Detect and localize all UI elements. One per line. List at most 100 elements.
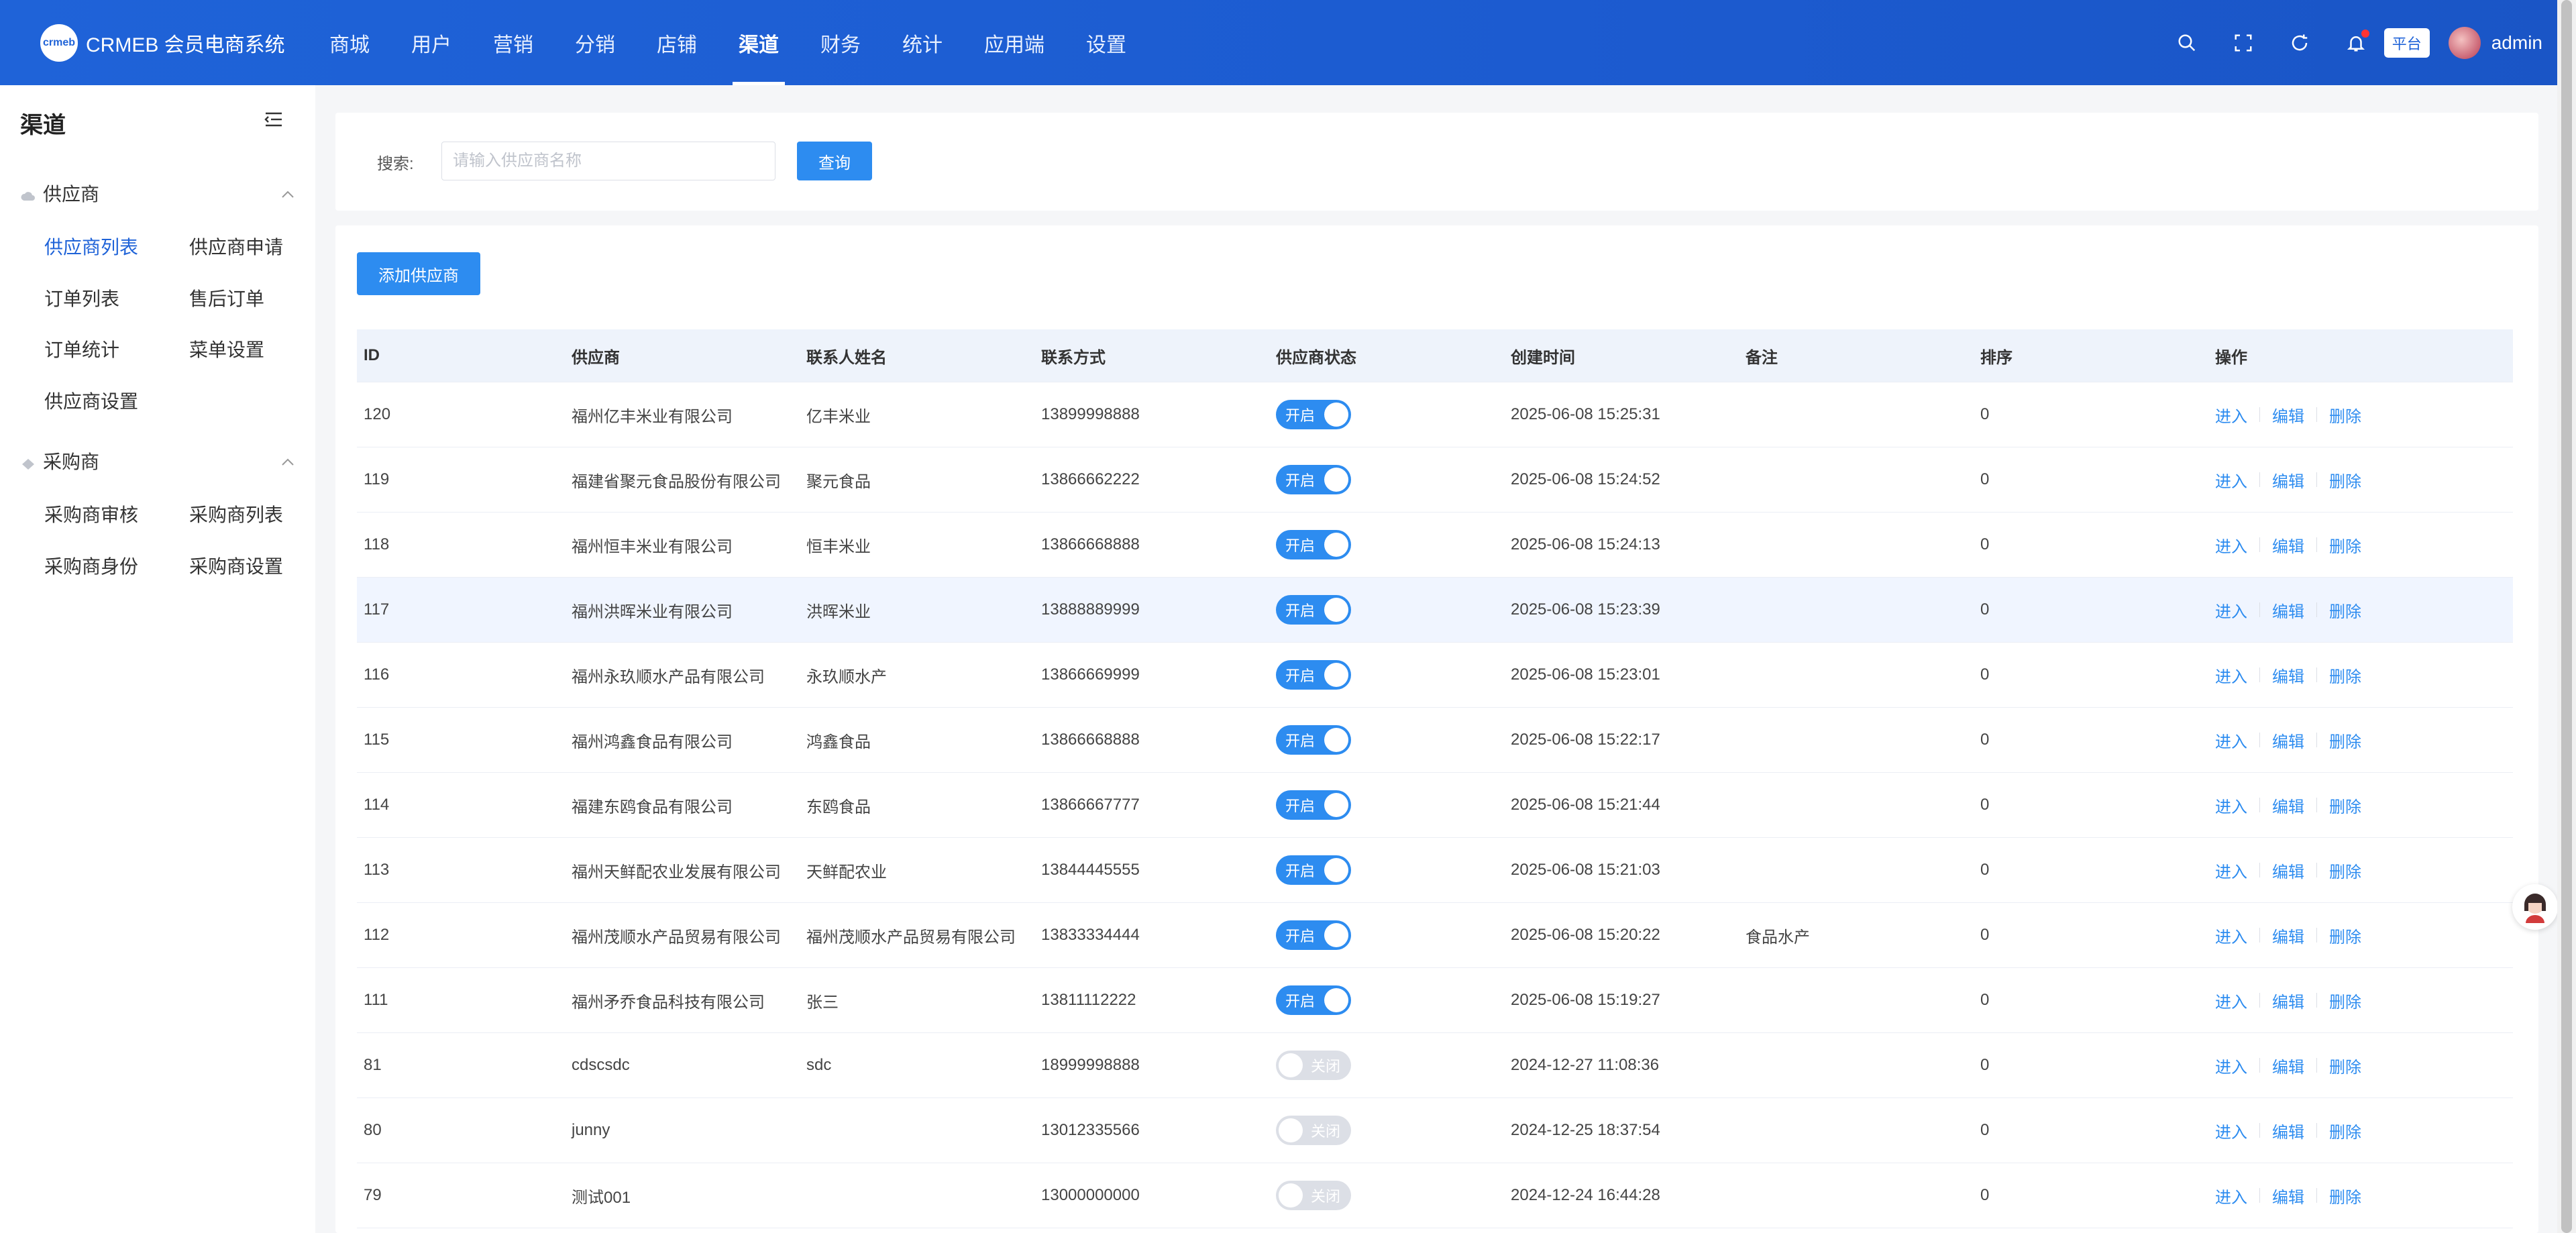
cell-phone: 13899998888 — [1041, 405, 1140, 423]
delete-link[interactable]: 删除 — [2329, 924, 2361, 947]
sidebar-group-purchaser[interactable]: 采购商 — [20, 447, 295, 474]
nav-item-0[interactable]: 商城 — [309, 0, 390, 85]
edit-link[interactable]: 编辑 — [2272, 533, 2304, 557]
status-toggle[interactable]: 开启 — [1276, 855, 1351, 885]
nav-item-3[interactable]: 分销 — [554, 0, 636, 85]
delete-link[interactable]: 删除 — [2329, 1184, 2361, 1208]
edit-link[interactable]: 编辑 — [2272, 403, 2304, 427]
enter-link[interactable]: 进入 — [2215, 794, 2247, 817]
delete-link[interactable]: 删除 — [2329, 989, 2361, 1012]
delete-link[interactable]: 删除 — [2329, 468, 2361, 492]
enter-link[interactable]: 进入 — [2215, 924, 2247, 947]
enter-link[interactable]: 进入 — [2215, 663, 2247, 687]
enter-link[interactable]: 进入 — [2215, 403, 2247, 427]
status-toggle[interactable]: 关闭 — [1276, 1181, 1351, 1210]
status-toggle[interactable]: 开启 — [1276, 400, 1351, 429]
edit-link[interactable]: 编辑 — [2272, 924, 2304, 947]
status-toggle[interactable]: 开启 — [1276, 660, 1351, 690]
edit-link[interactable]: 编辑 — [2272, 598, 2304, 622]
nav-item-2[interactable]: 营销 — [472, 0, 554, 85]
column-header: 操作 — [2215, 348, 2247, 367]
nav-item-4[interactable]: 店铺 — [636, 0, 718, 85]
nav-item-1[interactable]: 用户 — [390, 0, 472, 85]
refresh-icon[interactable] — [2285, 28, 2314, 58]
delete-link[interactable]: 删除 — [2329, 663, 2361, 687]
fullscreen-icon[interactable] — [2229, 28, 2258, 58]
status-toggle[interactable]: 开启 — [1276, 790, 1351, 820]
delete-link[interactable]: 删除 — [2329, 1119, 2361, 1142]
nav-item-7[interactable]: 统计 — [881, 0, 963, 85]
edit-link[interactable]: 编辑 — [2272, 1184, 2304, 1208]
enter-link[interactable]: 进入 — [2215, 468, 2247, 492]
enter-link[interactable]: 进入 — [2215, 729, 2247, 752]
edit-link[interactable]: 编辑 — [2272, 859, 2304, 882]
delete-link[interactable]: 删除 — [2329, 533, 2361, 557]
chevron-up-icon — [280, 450, 295, 472]
sidebar-group-supplier[interactable]: 供应商 — [20, 180, 295, 207]
sidebar-item-menu-settings[interactable]: 菜单设置 — [189, 335, 264, 362]
cell-supplier: 福州鸿鑫食品有限公司 — [572, 733, 733, 751]
page-scrollbar[interactable] — [2557, 0, 2576, 1233]
logo[interactable]: crmeb CRMEB 会员电商系统 — [40, 24, 285, 62]
edit-link[interactable]: 编辑 — [2272, 729, 2304, 752]
status-toggle[interactable]: 开启 — [1276, 985, 1351, 1015]
enter-link[interactable]: 进入 — [2215, 1054, 2247, 1077]
sidebar-item-supplier-settings[interactable]: 供应商设置 — [44, 387, 138, 414]
sidebar-item-supplier-apply[interactable]: 供应商申请 — [189, 233, 283, 260]
status-toggle[interactable]: 关闭 — [1276, 1116, 1351, 1145]
status-toggle[interactable]: 开启 — [1276, 725, 1351, 755]
status-toggle[interactable]: 开启 — [1276, 920, 1351, 950]
status-toggle[interactable]: 关闭 — [1276, 1051, 1351, 1080]
edit-link[interactable]: 编辑 — [2272, 1054, 2304, 1077]
add-supplier-button[interactable]: 添加供应商 — [357, 252, 480, 295]
platform-tag[interactable]: 平台 — [2383, 28, 2430, 58]
scrollbar-thumb[interactable] — [2561, 0, 2572, 1233]
sidebar-item-order-list[interactable]: 订单列表 — [44, 284, 119, 311]
query-button[interactable]: 查询 — [797, 142, 872, 180]
nav-item-8[interactable]: 应用端 — [963, 0, 1065, 85]
cell-phone: 13866662222 — [1041, 470, 1140, 488]
edit-link[interactable]: 编辑 — [2272, 663, 2304, 687]
diamond-icon — [20, 454, 36, 470]
delete-link[interactable]: 删除 — [2329, 598, 2361, 622]
delete-link[interactable]: 删除 — [2329, 1054, 2361, 1077]
delete-link[interactable]: 删除 — [2329, 729, 2361, 752]
toggle-knob — [1324, 858, 1348, 882]
sidebar-item-purchaser-review[interactable]: 采购商审核 — [44, 500, 138, 527]
enter-link[interactable]: 进入 — [2215, 1119, 2247, 1142]
enter-link[interactable]: 进入 — [2215, 533, 2247, 557]
cell-phone: 13866668888 — [1041, 731, 1140, 749]
search-input[interactable] — [441, 142, 775, 180]
sidebar-item-supplier-list[interactable]: 供应商列表 — [44, 233, 138, 260]
bell-icon[interactable] — [2341, 28, 2371, 58]
sidebar-item-purchaser-list[interactable]: 采购商列表 — [189, 500, 283, 527]
menu-collapse-icon[interactable] — [263, 111, 283, 131]
edit-link[interactable]: 编辑 — [2272, 1119, 2304, 1142]
search-icon[interactable] — [2172, 28, 2202, 58]
sidebar-item-purchaser-identity[interactable]: 采购商身份 — [44, 552, 138, 579]
edit-link[interactable]: 编辑 — [2272, 794, 2304, 817]
nav-item-9[interactable]: 设置 — [1065, 0, 1147, 85]
status-toggle[interactable]: 开启 — [1276, 530, 1351, 559]
enter-link[interactable]: 进入 — [2215, 598, 2247, 622]
sidebar-item-purchaser-settings[interactable]: 采购商设置 — [189, 552, 283, 579]
enter-link[interactable]: 进入 — [2215, 1184, 2247, 1208]
customer-service-avatar[interactable] — [2512, 884, 2558, 930]
delete-link[interactable]: 删除 — [2329, 794, 2361, 817]
enter-link[interactable]: 进入 — [2215, 989, 2247, 1012]
sidebar-item-order-stats[interactable]: 订单统计 — [44, 335, 119, 362]
enter-link[interactable]: 进入 — [2215, 859, 2247, 882]
action-divider — [2316, 472, 2317, 487]
avatar[interactable] — [2448, 26, 2481, 59]
sidebar-item-aftersale-orders[interactable]: 售后订单 — [189, 284, 264, 311]
admin-name[interactable]: admin — [2491, 32, 2542, 54]
delete-link[interactable]: 删除 — [2329, 403, 2361, 427]
delete-link[interactable]: 删除 — [2329, 859, 2361, 882]
edit-link[interactable]: 编辑 — [2272, 468, 2304, 492]
nav-item-6[interactable]: 财务 — [800, 0, 881, 85]
nav-item-5[interactable]: 渠道 — [718, 0, 800, 85]
status-toggle[interactable]: 开启 — [1276, 465, 1351, 494]
edit-link[interactable]: 编辑 — [2272, 989, 2304, 1012]
status-toggle[interactable]: 开启 — [1276, 595, 1351, 625]
cell-contact: 亿丰米业 — [806, 407, 871, 426]
